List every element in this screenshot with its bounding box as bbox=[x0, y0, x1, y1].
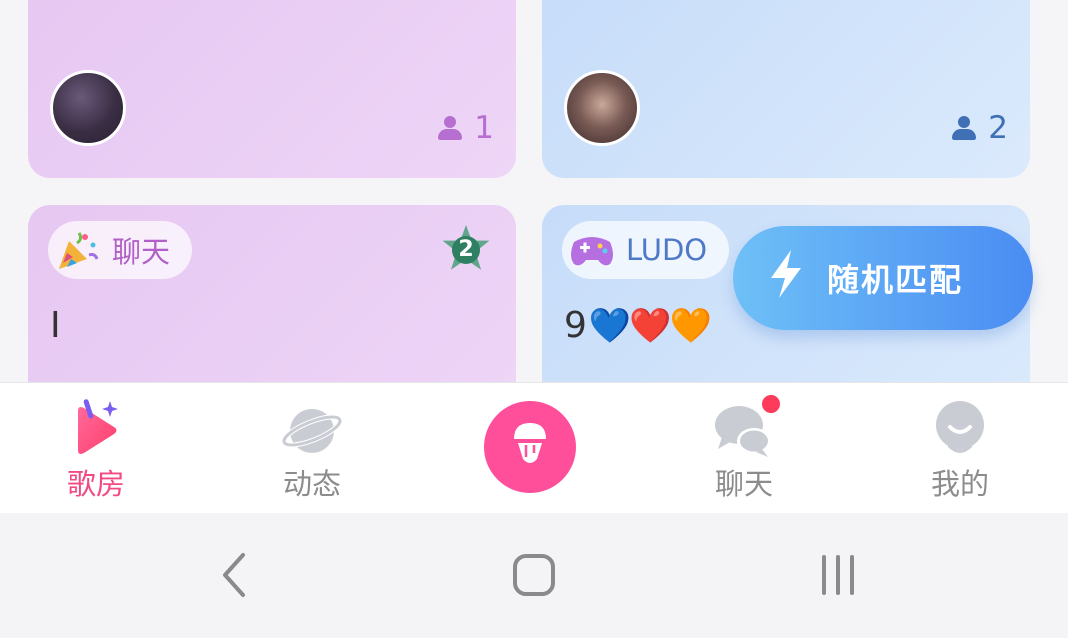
bottom-tab-bar: 歌房 动态 聊天 我的 bbox=[0, 382, 1068, 513]
room-title-text: 9 bbox=[564, 305, 587, 346]
room-category-label: LUDO bbox=[626, 233, 708, 267]
room-card[interactable]: 聊天 2 I bbox=[28, 205, 516, 382]
room-card[interactable]: 1 bbox=[28, 0, 516, 178]
host-avatar bbox=[50, 70, 126, 146]
chat-bubbles-icon bbox=[712, 393, 782, 461]
listener-count-value: 2 bbox=[988, 110, 1008, 146]
gamepad-icon bbox=[566, 224, 618, 276]
host-avatar bbox=[564, 70, 640, 146]
random-match-button[interactable]: 随机匹配 bbox=[733, 226, 1033, 330]
system-navigation-bar bbox=[0, 513, 1068, 638]
tab-liaotian[interactable]: 聊天 bbox=[684, 393, 804, 507]
tab-wode[interactable]: 我的 bbox=[900, 397, 1020, 507]
hearts-emoji: 💙❤️🧡 bbox=[588, 305, 712, 346]
tab-label: 聊天 bbox=[714, 467, 773, 501]
level-badge-icon: 2 bbox=[440, 225, 492, 277]
home-square-icon bbox=[512, 553, 556, 601]
room-title: 9 💙❤️🧡 bbox=[564, 305, 712, 346]
lightning-icon bbox=[767, 250, 805, 306]
person-icon bbox=[952, 116, 977, 140]
back-chevron-icon bbox=[219, 552, 249, 602]
profile-face-icon bbox=[928, 397, 992, 461]
tab-label: 歌房 bbox=[66, 467, 125, 501]
tab-label: 我的 bbox=[930, 467, 989, 501]
recent-apps-icon bbox=[818, 554, 858, 600]
listener-count: 1 bbox=[438, 110, 494, 146]
tab-label: 动态 bbox=[282, 467, 341, 501]
notification-dot bbox=[760, 393, 782, 415]
room-card[interactable]: 2 bbox=[542, 0, 1030, 178]
play-sparkle-icon bbox=[64, 397, 128, 461]
level-value: 2 bbox=[452, 236, 480, 264]
room-title: I bbox=[50, 305, 61, 346]
listener-count-value: 1 bbox=[474, 110, 494, 146]
random-match-label: 随机匹配 bbox=[827, 261, 964, 299]
back-button[interactable] bbox=[204, 549, 264, 605]
room-category-label: 聊天 bbox=[112, 235, 171, 269]
planet-icon bbox=[280, 397, 344, 461]
listener-count: 2 bbox=[952, 110, 1008, 146]
room-feed[interactable]: 1 2 聊天 2 I LUDO 9 💙❤️🧡 随机匹配 bbox=[0, 0, 1068, 382]
tab-dongtai[interactable]: 动态 bbox=[252, 397, 372, 507]
tab-gefang[interactable]: 歌房 bbox=[36, 397, 156, 507]
room-category-tag: 聊天 bbox=[48, 221, 193, 279]
party-popper-icon bbox=[52, 224, 104, 276]
microphone-button[interactable] bbox=[484, 401, 576, 493]
recent-apps-button[interactable] bbox=[808, 549, 868, 605]
person-icon bbox=[438, 116, 463, 140]
microphone-icon bbox=[506, 417, 554, 477]
room-category-tag: LUDO bbox=[562, 221, 730, 279]
home-button[interactable] bbox=[504, 549, 564, 605]
